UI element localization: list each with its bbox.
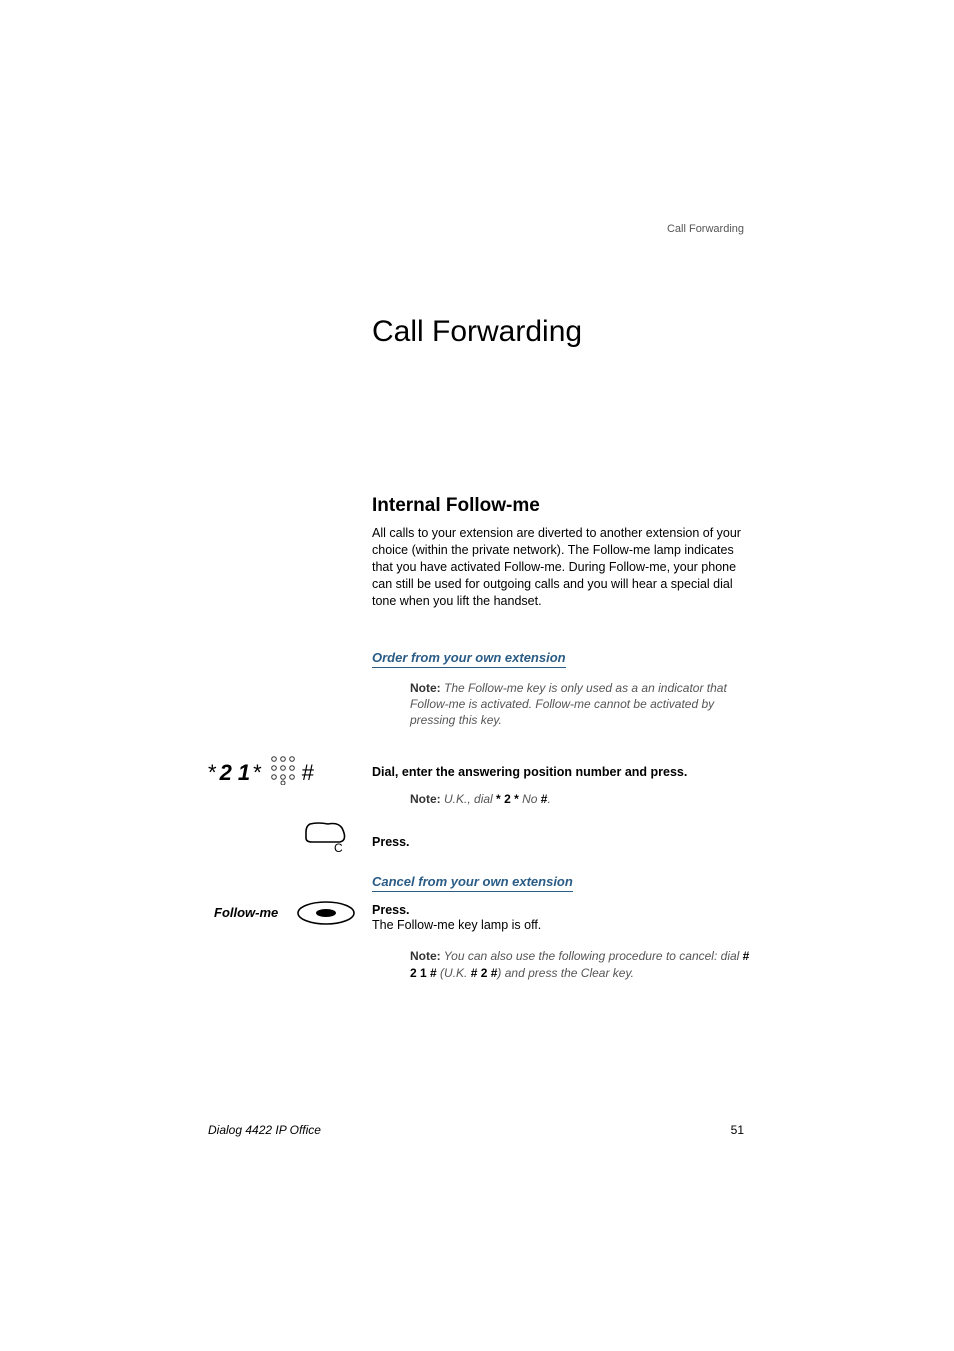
order-heading: Order from your own extension xyxy=(372,650,566,668)
cancel-seq2: # 2 # xyxy=(471,966,498,980)
note-suffix: ) and press the Clear key. xyxy=(497,966,634,980)
cancel-heading: Cancel from your own extension xyxy=(372,874,573,892)
page-title: Call Forwarding xyxy=(372,315,582,349)
note-prefix: You can also use the following procedure… xyxy=(444,949,743,963)
uk-suffix: . xyxy=(547,792,550,806)
uk-note: Note: U.K., dial * 2 * No #. xyxy=(410,792,551,806)
uk-prefix: U.K., dial xyxy=(444,792,496,806)
dial-digits: 2 1 xyxy=(220,760,251,786)
note-label: Note: xyxy=(410,949,441,963)
uk-digits: 2 xyxy=(504,792,511,806)
followme-label: Follow-me xyxy=(214,905,278,920)
star-symbol: * xyxy=(208,760,217,786)
keypad-icon xyxy=(270,755,296,790)
clear-key-icon: C xyxy=(304,820,350,859)
note-label: Note: xyxy=(410,792,441,806)
footer-page-number: 51 xyxy=(731,1123,744,1137)
section-title: Internal Follow-me xyxy=(372,495,540,517)
followme-key-icon xyxy=(296,900,356,931)
press-label: Press. xyxy=(372,835,410,849)
page: Call Forwarding Call Forwarding Internal… xyxy=(0,0,954,1351)
dial-instruction: Dial, enter the answering position numbe… xyxy=(372,765,687,779)
cancel-note: Note: You can also use the following pro… xyxy=(410,948,755,982)
running-header: Call Forwarding xyxy=(667,223,744,235)
lamp-off-text: The Follow-me key lamp is off. xyxy=(372,918,541,932)
dial-sequence: * 2 1 * # xyxy=(208,755,314,790)
intro-paragraph: All calls to your extension are diverted… xyxy=(372,525,752,609)
note-label: Note: xyxy=(410,681,441,695)
hash-symbol: # xyxy=(302,760,314,786)
uk-no: No xyxy=(519,792,541,806)
star-symbol: * xyxy=(253,760,262,786)
note-text: The Follow-me key is only used as a an i… xyxy=(410,681,727,727)
footer-product: Dialog 4422 IP Office xyxy=(208,1123,321,1137)
svg-text:C: C xyxy=(334,841,343,854)
note-mid: (U.K. xyxy=(437,966,471,980)
order-note: Note: The Follow-me key is only used as … xyxy=(410,680,755,729)
star-symbol: * xyxy=(496,792,501,806)
press-label: Press. xyxy=(372,903,410,917)
